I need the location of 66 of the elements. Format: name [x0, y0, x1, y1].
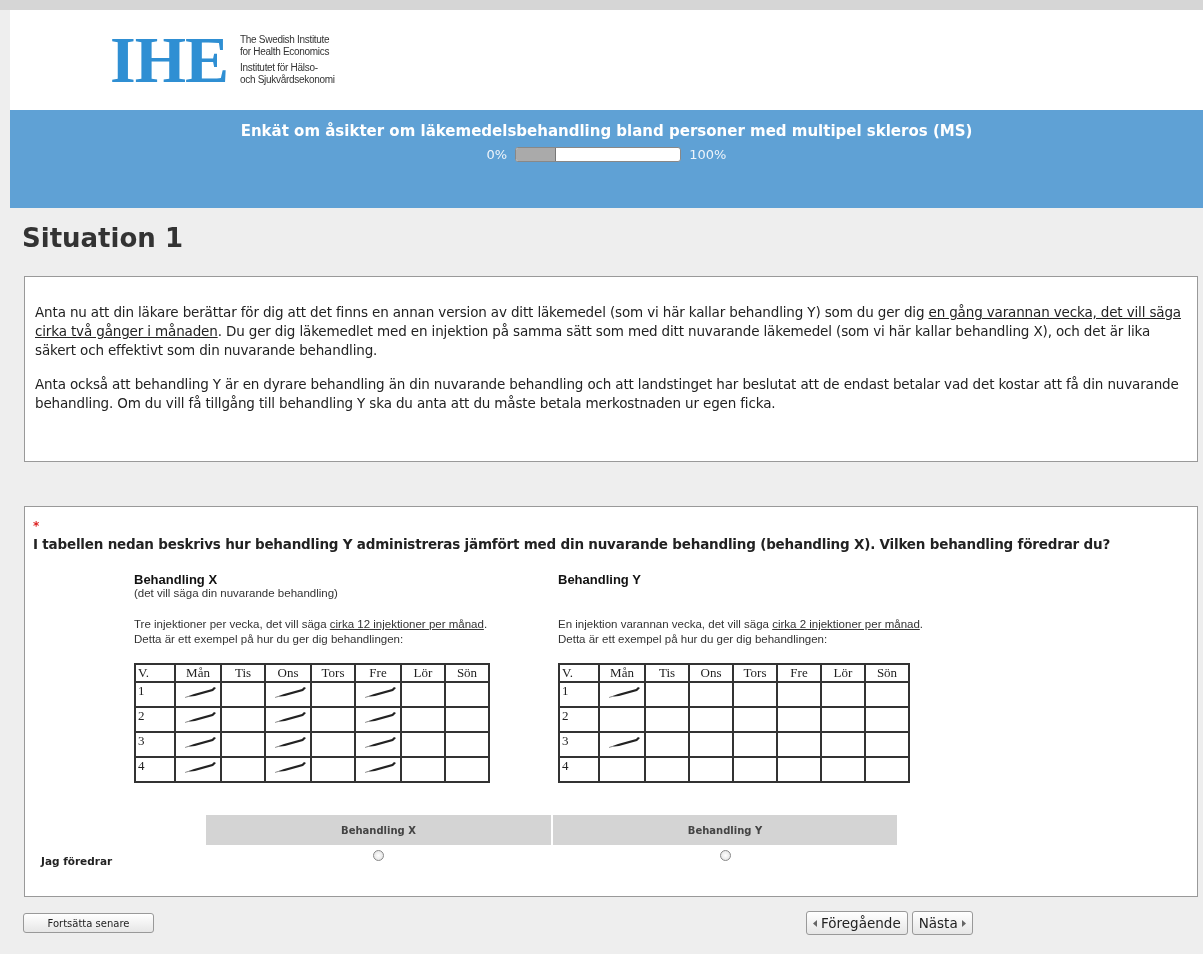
- survey-title: Enkät om åsikter om läkemedelsbehandling bland personer med multipel skleros (MS): [240, 122, 973, 140]
- table-header: Sön: [445, 664, 489, 682]
- table-cell: 2: [135, 707, 175, 732]
- caret-right-icon: [961, 919, 966, 927]
- syringe-icon: [364, 711, 398, 723]
- table-header: Tors: [733, 664, 777, 682]
- syringe-icon: [184, 761, 218, 773]
- syringe-icon: [364, 761, 398, 773]
- syringe-icon: [364, 686, 398, 698]
- table-header: Mån: [175, 664, 221, 682]
- syringe-icon: [274, 761, 308, 773]
- table-cell: 3: [559, 732, 599, 757]
- intro-paragraph: Anta också att behandling Y är en dyrare behandling än din nuvarande behandling och att landstinget har beslutat att de endast betalar vad det kostar att få din nuvarande behandling. Om du vill få tillgång till behandling Y ska du anta att du måste betala merkostnaden ur egen ficka.: [35, 375, 1180, 413]
- table-header: V.: [135, 664, 175, 682]
- syringe-icon: [274, 711, 308, 723]
- next-button[interactable]: Nästa: [911, 911, 973, 935]
- required-mark: *: [33, 519, 40, 531]
- table-header: Mån: [599, 664, 645, 682]
- row-label: Jag föredrar: [39, 854, 114, 867]
- intro-paragraph: Anta nu att din läkare berättar för dig att det finns en annan version av ditt läkemedel (som vi här kallar behandling Y) som du ger dig en gång varannan vecka, det vill säga cirka två gånger i månaden. Du ger dig läkemedlet med en injektion på samma sätt som med ditt nuvarande läkemedel (som vi här kallar behandling X), och det är lika säkert och effektivt som din nuvarande behandling.: [35, 303, 1182, 360]
- table-header: Fre: [355, 664, 401, 682]
- treatment-description: En injektion varannan vecka, det vill säga cirka 2 injektioner per månad. Detta är ett exempel på hur du ger dig behandlingen:: [558, 617, 925, 647]
- page-title: Situation 1: [21, 222, 184, 255]
- table-header: Ons: [265, 664, 311, 682]
- table-cell: 4: [135, 757, 175, 782]
- table-header: Fre: [777, 664, 821, 682]
- treatment-subtitle: (det vill säga din nuvarande behandling): [134, 587, 339, 601]
- syringe-icon: [184, 711, 218, 723]
- syringe-icon: [364, 736, 398, 748]
- progress-end-label: 100%: [689, 147, 727, 162]
- table-cell: 1: [135, 682, 175, 707]
- table-header: Sön: [865, 664, 909, 682]
- table-header: Tis: [221, 664, 265, 682]
- table-cell: 4: [559, 757, 599, 782]
- continue-later-button[interactable]: Fortsätta senare: [23, 913, 154, 933]
- logo-text: Institutet för Hälso-: [240, 62, 319, 74]
- logo-text: for Health Economics: [240, 46, 331, 58]
- syringe-icon: [274, 736, 308, 748]
- treatment-title: Behandling X: [134, 572, 219, 587]
- table-header: Tis: [645, 664, 689, 682]
- table-header: Lör: [401, 664, 445, 682]
- option-header: Behandling Y: [553, 815, 897, 845]
- previous-button[interactable]: Föregående: [806, 911, 908, 935]
- table-cell: 2: [559, 707, 599, 732]
- caret-left-icon: [813, 919, 817, 927]
- option-header: Behandling X: [206, 815, 551, 845]
- logo-mark: IHE: [110, 30, 229, 90]
- syringe-icon: [184, 736, 218, 748]
- table-header: Lör: [821, 664, 865, 682]
- syringe-icon: [608, 736, 642, 748]
- radio-button[interactable]: [373, 850, 384, 861]
- syringe-icon: [608, 686, 642, 698]
- radio-button[interactable]: [719, 850, 731, 861]
- treatment-title: Behandling Y: [558, 572, 642, 587]
- table-header: Ons: [689, 664, 733, 682]
- table-header: V.: [559, 664, 599, 682]
- progress-start-label: 0%: [486, 147, 508, 162]
- logo-text: The Swedish Institute: [240, 34, 331, 46]
- logo-text: och Sjukvårdsekonomi: [240, 74, 335, 86]
- treatment-description: Tre injektioner per vecka, det vill säga cirka 12 injektioner per månad. Detta är ett exempel på hur du ger dig behandlingen:: [134, 617, 489, 647]
- table-cell: 3: [135, 732, 175, 757]
- syringe-icon: [184, 686, 218, 698]
- question-text: I tabellen nedan beskrivs hur behandling Y administreras jämfört med din nuvarande behandling (behandling X). Vilken behandling föredrar du?: [33, 536, 1112, 552]
- syringe-icon: [274, 686, 308, 698]
- table-cell: 1: [559, 682, 599, 707]
- table-header: Tors: [311, 664, 355, 682]
